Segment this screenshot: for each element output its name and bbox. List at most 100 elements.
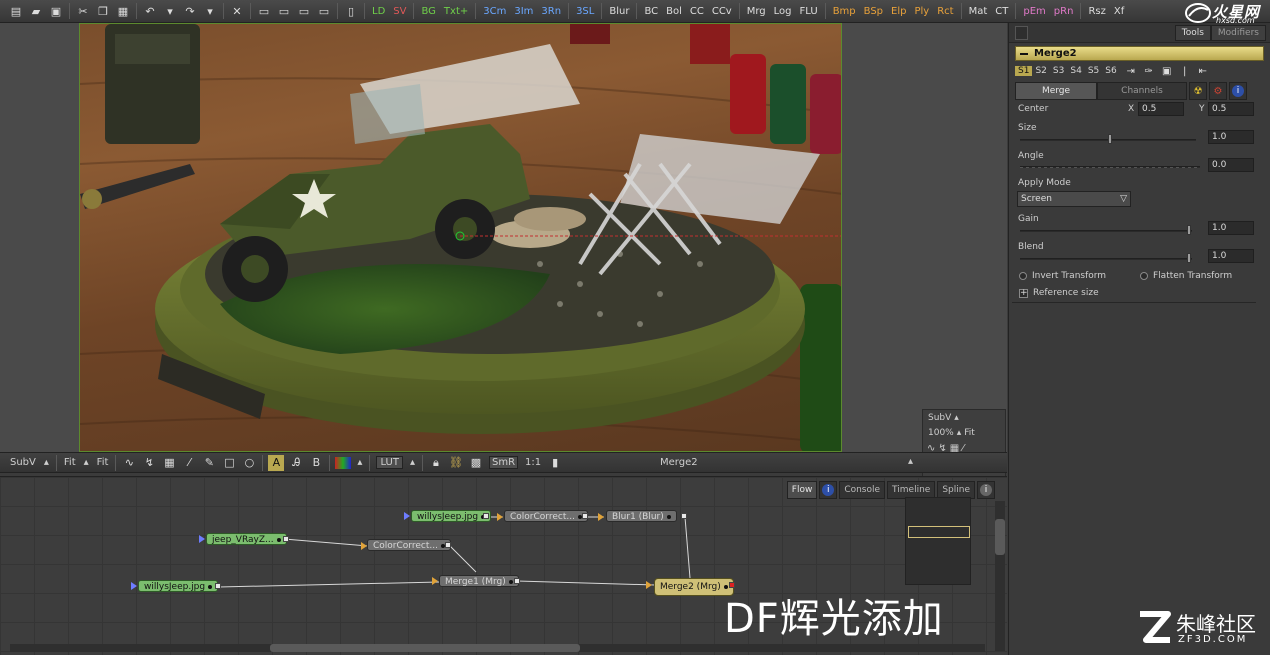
tool-button-sv[interactable]: SV [392,6,407,17]
gain-slider-handle[interactable] [1187,225,1191,235]
tool-button-bmp[interactable]: Bmp [832,6,857,17]
spinner-icon[interactable] [1015,26,1028,40]
input-triangle-icon[interactable] [497,513,503,521]
node-willysjeep-top[interactable]: willysJeep.jpg [411,510,492,522]
paste-icon[interactable]: ▦ [115,3,131,19]
input-triangle-icon[interactable] [646,581,652,589]
node-merge2[interactable]: Merge2 (Mrg) [654,578,734,596]
tool-button-3im[interactable]: 3Im [513,6,534,17]
flatten-transform-checkbox[interactable] [1140,272,1148,280]
tool-button-ply[interactable]: Ply [913,6,930,17]
layout-1-icon[interactable]: ▭ [256,3,272,19]
node-output-port[interactable] [445,542,451,548]
scene-tab-s2[interactable]: S2 [1032,66,1049,76]
triangle-up-icon[interactable]: ▴ [908,456,913,467]
triangle-up-icon[interactable]: ▴ [43,457,50,468]
tool-button-mrg[interactable]: Mrg [746,6,767,17]
pick-icon[interactable]: ✑ [1142,65,1156,77]
tool-button-blur[interactable]: Blur [608,6,630,17]
tool-button-bsp[interactable]: BSp [863,6,884,17]
blend-slider-handle[interactable] [1187,253,1191,263]
angle-slider[interactable] [1020,166,1200,168]
checker-icon[interactable]: ▦ [161,455,177,471]
save-icon[interactable]: ▣ [1160,65,1174,77]
tool-button-ct[interactable]: CT [994,6,1009,17]
node-output-port[interactable] [483,513,489,519]
invert-transform-checkbox[interactable] [1019,272,1027,280]
tab-channels[interactable]: Channels [1097,82,1187,100]
color-channels-icon[interactable] [335,456,352,469]
node-output-port[interactable] [582,513,588,519]
input-triangle-icon[interactable] [598,513,604,521]
circle-icon[interactable]: ○ [241,455,257,471]
tool-button-txt-[interactable]: Txt+ [443,6,469,17]
pin-icon[interactable]: ⇥ [1124,65,1138,77]
scene-tab-s5[interactable]: S5 [1085,66,1102,76]
scrollbar-thumb[interactable] [995,519,1005,555]
levels-icon[interactable]: ▮ [547,455,563,471]
expand-icon[interactable]: + [1019,289,1028,298]
gain-slider[interactable] [1020,230,1192,232]
node-output-port[interactable] [215,583,221,589]
save-icon[interactable]: ▣ [48,3,64,19]
tool-button-mat[interactable]: Mat [968,6,989,17]
input-triangle-icon[interactable] [404,512,410,520]
radiation-icon[interactable]: ☢ [1189,82,1207,100]
scrollbar-thumb[interactable] [270,644,580,652]
ratio-button[interactable]: 1:1 [524,457,542,468]
delete-icon[interactable]: ✕ [229,3,245,19]
gain-field[interactable]: 1.0 [1208,221,1254,235]
reference-size-label[interactable]: Reference size [1033,288,1099,298]
tool-button-3sl[interactable]: 3SL [575,6,595,17]
lut-button[interactable]: LUT [376,456,403,469]
pen-icon[interactable]: ⁄ [181,455,197,471]
text-bold-icon[interactable]: B [308,455,324,471]
cut-icon[interactable]: ✂ [75,3,91,19]
curve-tool-icon[interactable]: ∿ [121,455,137,471]
subv-label[interactable]: SubV [928,413,951,423]
scene-tab-s3[interactable]: S3 [1050,66,1067,76]
blend-field[interactable]: 1.0 [1208,249,1254,263]
copy-icon[interactable]: ❐ [95,3,111,19]
triangle-up-icon[interactable]: ▴ [356,457,363,468]
layout-4-icon[interactable]: ▭ [316,3,332,19]
tool-button-rct[interactable]: Rct [936,6,954,17]
brush-icon[interactable]: ✎ [201,455,217,471]
reset-icon[interactable]: ⇤ [1196,65,1210,77]
node-output-port[interactable] [681,513,687,519]
input-triangle-icon[interactable] [199,535,205,543]
tool-button-flu[interactable]: FLU [799,6,819,17]
triangle-up-icon[interactable]: ▴ [83,457,90,468]
tab-modifiers[interactable]: Modifiers [1210,24,1266,41]
redo-icon[interactable]: ↷ [182,3,198,19]
input-triangle-icon[interactable] [432,577,438,585]
zoom-level[interactable]: 100% [928,428,954,438]
roi-icon[interactable]: ⛓ [448,455,464,471]
tool-button-log[interactable]: Log [773,6,793,17]
open-file-icon[interactable]: ▰ [28,3,44,19]
text-outline-icon[interactable]: Ꭿ [288,455,304,471]
tool-button-rsz[interactable]: Rsz [1087,6,1106,17]
lock-icon[interactable]: 🔒︎ [428,455,444,471]
tool-button-ld[interactable]: LD [371,6,386,17]
undo-dropdown-icon[interactable]: ▾ [162,3,178,19]
layout-2-icon[interactable]: ▭ [276,3,292,19]
node-output-port[interactable] [283,536,289,542]
node-blur1[interactable]: Blur1 (Blur) [606,510,677,522]
layout-3-icon[interactable]: ▭ [296,3,312,19]
tool-button-bol[interactable]: Bol [665,6,683,17]
undo-icon[interactable]: ↶ [142,3,158,19]
text-tool-icon[interactable]: A [268,454,285,471]
angle-field[interactable]: 0.0 [1208,158,1254,172]
center-y-field[interactable]: 0.5 [1208,102,1254,116]
pick-tool-icon[interactable]: ↯ [141,455,157,471]
triangle-up-icon[interactable]: ▴ [957,428,962,438]
flow-horizontal-scrollbar[interactable] [10,644,985,652]
checkerboard-icon[interactable]: ▩ [468,455,484,471]
node-header[interactable]: Merge2 [1015,46,1264,61]
tool-button-3rn[interactable]: 3Rn [540,6,562,17]
fit-button[interactable]: Fit [96,457,110,468]
blend-slider[interactable] [1020,258,1192,260]
fit-dropdown[interactable]: Fit [63,457,77,468]
flow-vertical-scrollbar[interactable] [995,501,1005,651]
